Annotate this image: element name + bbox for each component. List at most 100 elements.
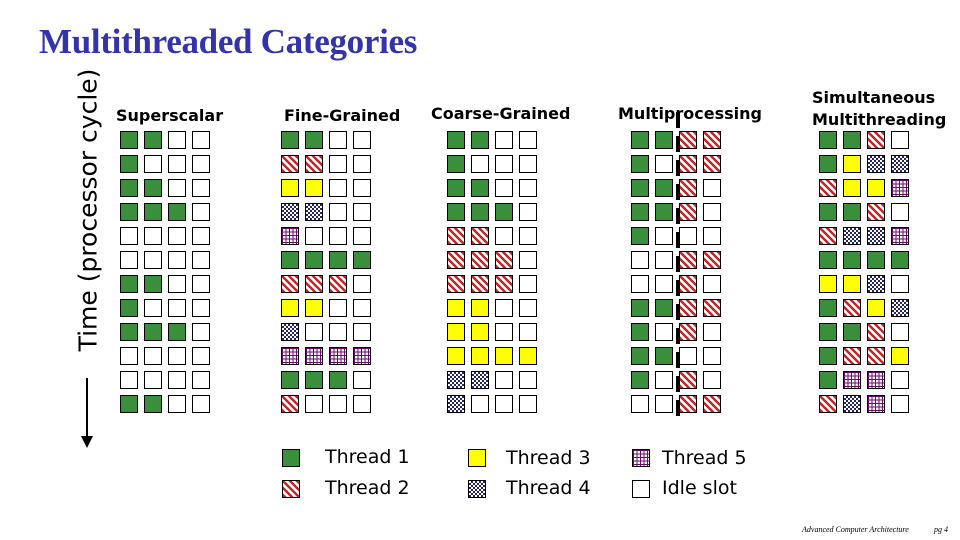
thread-2-slot (447, 251, 465, 269)
thread-2-slot (679, 275, 697, 293)
idle-slot (353, 323, 371, 341)
thread-1-slot (867, 251, 885, 269)
idle-slot (703, 371, 721, 389)
idle-slot (471, 155, 489, 173)
idle-slot (519, 275, 537, 293)
thread-3-slot (519, 347, 537, 365)
thread-2-slot (281, 155, 299, 173)
idle-slot (519, 155, 537, 173)
thread-1-slot (329, 251, 347, 269)
idle-slot (703, 179, 721, 197)
idle-slot (495, 179, 513, 197)
thread-1-slot (447, 203, 465, 221)
thread-3-slot (843, 155, 861, 173)
idle-slot (144, 299, 162, 317)
idle-slot (120, 371, 138, 389)
thread-2-slot (703, 395, 721, 413)
idle-slot (120, 227, 138, 245)
idle-slot (353, 155, 371, 173)
thread-1-slot (471, 179, 489, 197)
thread-1-slot (819, 203, 837, 221)
thread-3-slot (447, 347, 465, 365)
thread-2-slot (679, 395, 697, 413)
idle-slot (144, 347, 162, 365)
thread-1-slot (843, 131, 861, 149)
idle-slot (168, 299, 186, 317)
idle-slot (329, 131, 347, 149)
thread-1-slot (843, 203, 861, 221)
category-label-superscalar: Superscalar (116, 106, 224, 125)
idle-slot (329, 203, 347, 221)
thread-4-slot (471, 371, 489, 389)
thread-5-slot (305, 347, 323, 365)
thread-2-slot (679, 323, 697, 341)
thread-2-slot (843, 347, 861, 365)
idle-slot (168, 179, 186, 197)
thread-2-slot (703, 299, 721, 317)
legend-swatch-thread-4 (468, 480, 486, 498)
thread-1-slot (631, 227, 649, 245)
thread-1-slot (819, 131, 837, 149)
idle-slot (305, 323, 323, 341)
thread-3-slot (305, 179, 323, 197)
thread-2-slot (281, 275, 299, 293)
idle-slot (655, 323, 673, 341)
idle-slot (192, 371, 210, 389)
thread-5-slot (867, 395, 885, 413)
thread-1-slot (144, 323, 162, 341)
thread-2-slot (679, 299, 697, 317)
idle-slot (168, 395, 186, 413)
idle-slot (329, 299, 347, 317)
thread-1-slot (819, 299, 837, 317)
thread-2-slot (819, 227, 837, 245)
idle-slot (329, 227, 347, 245)
thread-1-slot (168, 203, 186, 221)
footer-page-number: pg 4 (934, 525, 948, 534)
legend-label-thread-3: Thread 3 (506, 447, 591, 469)
slide-title: Multithreaded Categories (39, 22, 418, 61)
category-label-smt-line1: Simultaneous (812, 88, 936, 107)
idle-slot (144, 155, 162, 173)
idle-slot (305, 395, 323, 413)
idle-slot (495, 227, 513, 245)
idle-slot (168, 227, 186, 245)
thread-1-slot (120, 155, 138, 173)
idle-slot (519, 179, 537, 197)
thread-2-slot (679, 203, 697, 221)
legend-swatch-thread-5 (632, 449, 650, 467)
thread-1-slot (144, 275, 162, 293)
idle-slot (144, 251, 162, 269)
thread-1-slot (120, 131, 138, 149)
idle-slot (655, 155, 673, 173)
thread-2-slot (679, 251, 697, 269)
idle-slot (519, 227, 537, 245)
thread-1-slot (447, 131, 465, 149)
idle-slot (192, 155, 210, 173)
thread-1-slot (120, 203, 138, 221)
idle-slot (519, 251, 537, 269)
thread-4-slot (843, 227, 861, 245)
thread-2-slot (471, 227, 489, 245)
thread-4-slot (867, 155, 885, 173)
thread-4-slot (447, 395, 465, 413)
idle-slot (519, 131, 537, 149)
idle-slot (192, 395, 210, 413)
thread-1-slot (471, 131, 489, 149)
thread-3-slot (495, 347, 513, 365)
thread-3-slot (891, 347, 909, 365)
time-arrow-head-icon (81, 436, 93, 448)
time-arrow-shaft (86, 378, 88, 438)
thread-2-slot (819, 179, 837, 197)
thread-2-slot (329, 275, 347, 293)
idle-slot (631, 275, 649, 293)
idle-slot (168, 347, 186, 365)
thread-2-slot (471, 251, 489, 269)
idle-slot (192, 299, 210, 317)
footer-course: Advanced Computer Architecture (802, 525, 909, 534)
idle-slot (655, 275, 673, 293)
idle-slot (192, 203, 210, 221)
thread-3-slot (447, 299, 465, 317)
thread-5-slot (867, 371, 885, 389)
thread-1-slot (144, 395, 162, 413)
idle-slot (168, 131, 186, 149)
